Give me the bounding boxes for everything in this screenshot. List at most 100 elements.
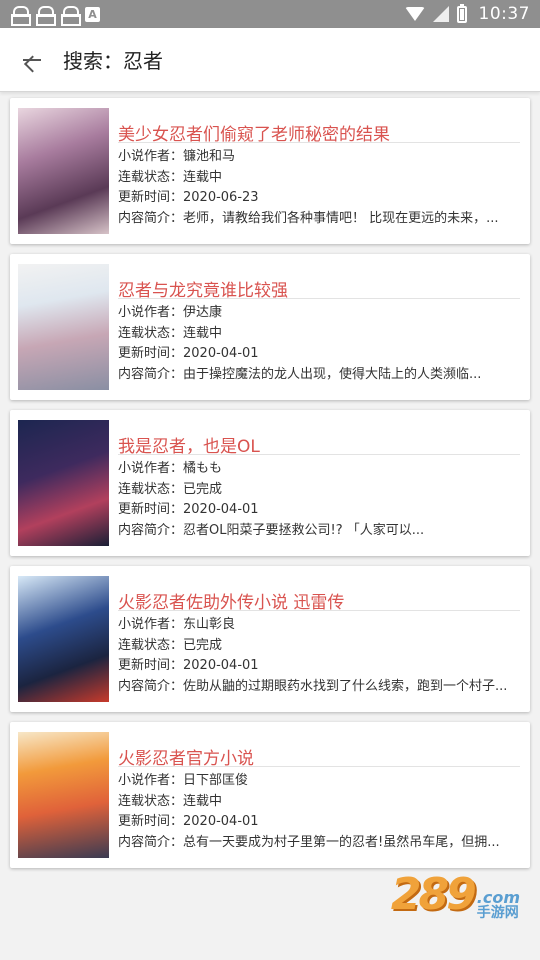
book-title: 美少女忍者们偷窥了老师秘密的结果 bbox=[118, 108, 520, 143]
updated-row: 更新时间：2020-06-23 bbox=[118, 188, 522, 209]
page-title: 搜索：忍者 bbox=[63, 49, 163, 73]
status-left: A bbox=[10, 6, 100, 26]
watermark-side: .com 手游网 bbox=[476, 890, 520, 921]
book-title: 火影忍者佐助外传小说 迅雷传 bbox=[118, 576, 520, 611]
summary-value: 总有一天要成为村子里第一的忍者!虽然吊车尾，但拥... bbox=[183, 834, 500, 850]
book-cover bbox=[18, 732, 109, 858]
status-value: 连载中 bbox=[183, 325, 223, 341]
result-card[interactable]: 美少女忍者们偷窥了老师秘密的结果 小说作者：镰池和马 连载状态：连载中 更新时间… bbox=[10, 98, 530, 244]
summary-label: 内容简介： bbox=[118, 678, 184, 694]
updated-label: 更新时间： bbox=[118, 658, 184, 673]
book-title: 忍者与龙究竟谁比较强 bbox=[118, 264, 520, 299]
result-card[interactable]: 忍者与龙究竟谁比较强 小说作者：伊达康 连载状态：连载中 更新时间：2020-0… bbox=[10, 254, 530, 400]
book-cover bbox=[18, 264, 109, 390]
updated-label: 更新时间： bbox=[118, 502, 184, 517]
summary-row: 内容简介：忍者OL阳菜子要拯救公司!? 「人家可以... bbox=[118, 521, 522, 542]
updated-value: 2020-06-23 bbox=[183, 190, 259, 205]
summary-label: 内容简介： bbox=[118, 366, 184, 382]
author-label: 小说作者： bbox=[118, 617, 184, 632]
status-row: 连载状态：已完成 bbox=[118, 480, 522, 501]
status-row: 连载状态：连载中 bbox=[118, 324, 522, 345]
book-cover bbox=[18, 108, 109, 234]
status-label: 连载状态： bbox=[118, 793, 184, 809]
author-row: 小说作者：橘もも bbox=[118, 459, 522, 480]
status-right: 10:37 bbox=[404, 3, 531, 24]
result-card[interactable]: 我是忍者，也是OL 小说作者：橘もも 连载状态：已完成 更新时间：2020-04… bbox=[10, 410, 530, 556]
book-info: 忍者与龙究竟谁比较强 小说作者：伊达康 连载状态：连载中 更新时间：2020-0… bbox=[118, 264, 522, 390]
app-bar: 搜索：忍者 bbox=[0, 28, 540, 92]
status-label: 连载状态： bbox=[118, 637, 184, 653]
watermark-text: 手游网 bbox=[476, 905, 519, 921]
updated-label: 更新时间： bbox=[118, 814, 184, 829]
summary-row: 内容简介：佐助从鼬的过期眼药水找到了什么线索，跑到一个村子... bbox=[118, 677, 522, 698]
updated-value: 2020-04-01 bbox=[183, 502, 259, 517]
clock: 10:37 bbox=[478, 4, 530, 24]
signal-icon bbox=[432, 6, 449, 22]
wifi-icon bbox=[404, 7, 425, 21]
book-info: 火影忍者佐助外传小说 迅雷传 小说作者：东山彰良 连载状态：已完成 更新时间：2… bbox=[118, 576, 522, 702]
status-row: 连载状态：连载中 bbox=[118, 792, 522, 813]
summary-label: 内容简介： bbox=[118, 522, 184, 538]
author-label: 小说作者： bbox=[118, 461, 184, 476]
book-meta: 小说作者：镰池和马 连载状态：连载中 更新时间：2020-06-23 内容简介：… bbox=[118, 147, 522, 229]
notification-icon bbox=[10, 6, 31, 26]
status-row: 连载状态：连载中 bbox=[118, 168, 522, 189]
result-card[interactable]: 火影忍者佐助外传小说 迅雷传 小说作者：东山彰良 连载状态：已完成 更新时间：2… bbox=[10, 566, 530, 712]
book-meta: 小说作者：伊达康 连载状态：连载中 更新时间：2020-04-01 内容简介：由… bbox=[118, 303, 522, 385]
author-label: 小说作者： bbox=[118, 149, 184, 164]
summary-row: 内容简介：总有一天要成为村子里第一的忍者!虽然吊车尾，但拥... bbox=[118, 833, 522, 854]
author-value: 东山彰良 bbox=[183, 617, 236, 632]
status-value: 已完成 bbox=[183, 637, 223, 653]
author-row: 小说作者：镰池和马 bbox=[118, 147, 522, 168]
updated-label: 更新时间： bbox=[118, 190, 184, 205]
author-value: 橘もも bbox=[183, 461, 223, 476]
book-cover bbox=[18, 420, 109, 546]
updated-row: 更新时间：2020-04-01 bbox=[118, 344, 522, 365]
summary-row: 内容简介：由于操控魔法的龙人出现，使得大陆上的人类濒临... bbox=[118, 365, 522, 386]
summary-row: 内容简介：老师，请教给我们各种事情吧！ 比现在更远的未来，... bbox=[118, 209, 522, 230]
updated-value: 2020-04-01 bbox=[183, 814, 259, 829]
status-label: 连载状态： bbox=[118, 481, 184, 497]
status-label: 连载状态： bbox=[118, 169, 184, 185]
status-bar: A 10:37 bbox=[0, 0, 540, 28]
author-label: 小说作者： bbox=[118, 305, 184, 320]
author-row: 小说作者：伊达康 bbox=[118, 303, 522, 324]
arrow-left-icon[interactable] bbox=[20, 48, 44, 72]
summary-label: 内容简介： bbox=[118, 210, 184, 226]
summary-value: 老师，请教给我们各种事情吧！ 比现在更远的未来，... bbox=[183, 210, 499, 226]
updated-row: 更新时间：2020-04-01 bbox=[118, 812, 522, 833]
author-row: 小说作者：东山彰良 bbox=[118, 615, 522, 636]
book-title: 火影忍者官方小说 bbox=[118, 732, 520, 767]
book-meta: 小说作者：东山彰良 连载状态：已完成 更新时间：2020-04-01 内容简介：… bbox=[118, 615, 522, 697]
book-info: 美少女忍者们偷窥了老师秘密的结果 小说作者：镰池和马 连载状态：连载中 更新时间… bbox=[118, 108, 522, 234]
updated-label: 更新时间： bbox=[118, 346, 184, 361]
book-cover bbox=[18, 576, 109, 702]
status-value: 连载中 bbox=[183, 169, 223, 185]
status-row: 连载状态：已完成 bbox=[118, 636, 522, 657]
summary-value: 由于操控魔法的龙人出现，使得大陆上的人类濒临... bbox=[183, 366, 482, 382]
book-info: 火影忍者官方小说 小说作者：日下部匡俊 连载状态：连载中 更新时间：2020-0… bbox=[118, 732, 522, 858]
status-label: 连载状态： bbox=[118, 325, 184, 341]
notification-icon bbox=[35, 6, 56, 26]
book-meta: 小说作者：日下部匡俊 连载状态：连载中 更新时间：2020-04-01 内容简介… bbox=[118, 771, 522, 853]
author-value: 镰池和马 bbox=[183, 149, 236, 164]
book-info: 我是忍者，也是OL 小说作者：橘もも 连载状态：已完成 更新时间：2020-04… bbox=[118, 420, 522, 546]
status-value: 已完成 bbox=[183, 481, 223, 497]
updated-value: 2020-04-01 bbox=[183, 658, 259, 673]
status-value: 连载中 bbox=[183, 793, 223, 809]
battery-icon bbox=[456, 3, 467, 23]
author-value: 日下部匡俊 bbox=[183, 773, 249, 788]
author-row: 小说作者：日下部匡俊 bbox=[118, 771, 522, 792]
notification-icon bbox=[60, 6, 81, 26]
summary-value: 佐助从鼬的过期眼药水找到了什么线索，跑到一个村子... bbox=[183, 678, 508, 694]
watermark-number: 289 bbox=[390, 869, 477, 920]
updated-row: 更新时间：2020-04-01 bbox=[118, 656, 522, 677]
book-meta: 小说作者：橘もも 连载状态：已完成 更新时间：2020-04-01 内容简介：忍… bbox=[118, 459, 522, 541]
book-title: 我是忍者，也是OL bbox=[118, 420, 520, 455]
updated-row: 更新时间：2020-04-01 bbox=[118, 500, 522, 521]
site-watermark: 289 .com 手游网 bbox=[391, 869, 520, 920]
summary-label: 内容简介： bbox=[118, 834, 184, 850]
updated-value: 2020-04-01 bbox=[183, 346, 259, 361]
author-value: 伊达康 bbox=[183, 305, 223, 320]
result-card[interactable]: 火影忍者官方小说 小说作者：日下部匡俊 连载状态：连载中 更新时间：2020-0… bbox=[10, 722, 530, 868]
